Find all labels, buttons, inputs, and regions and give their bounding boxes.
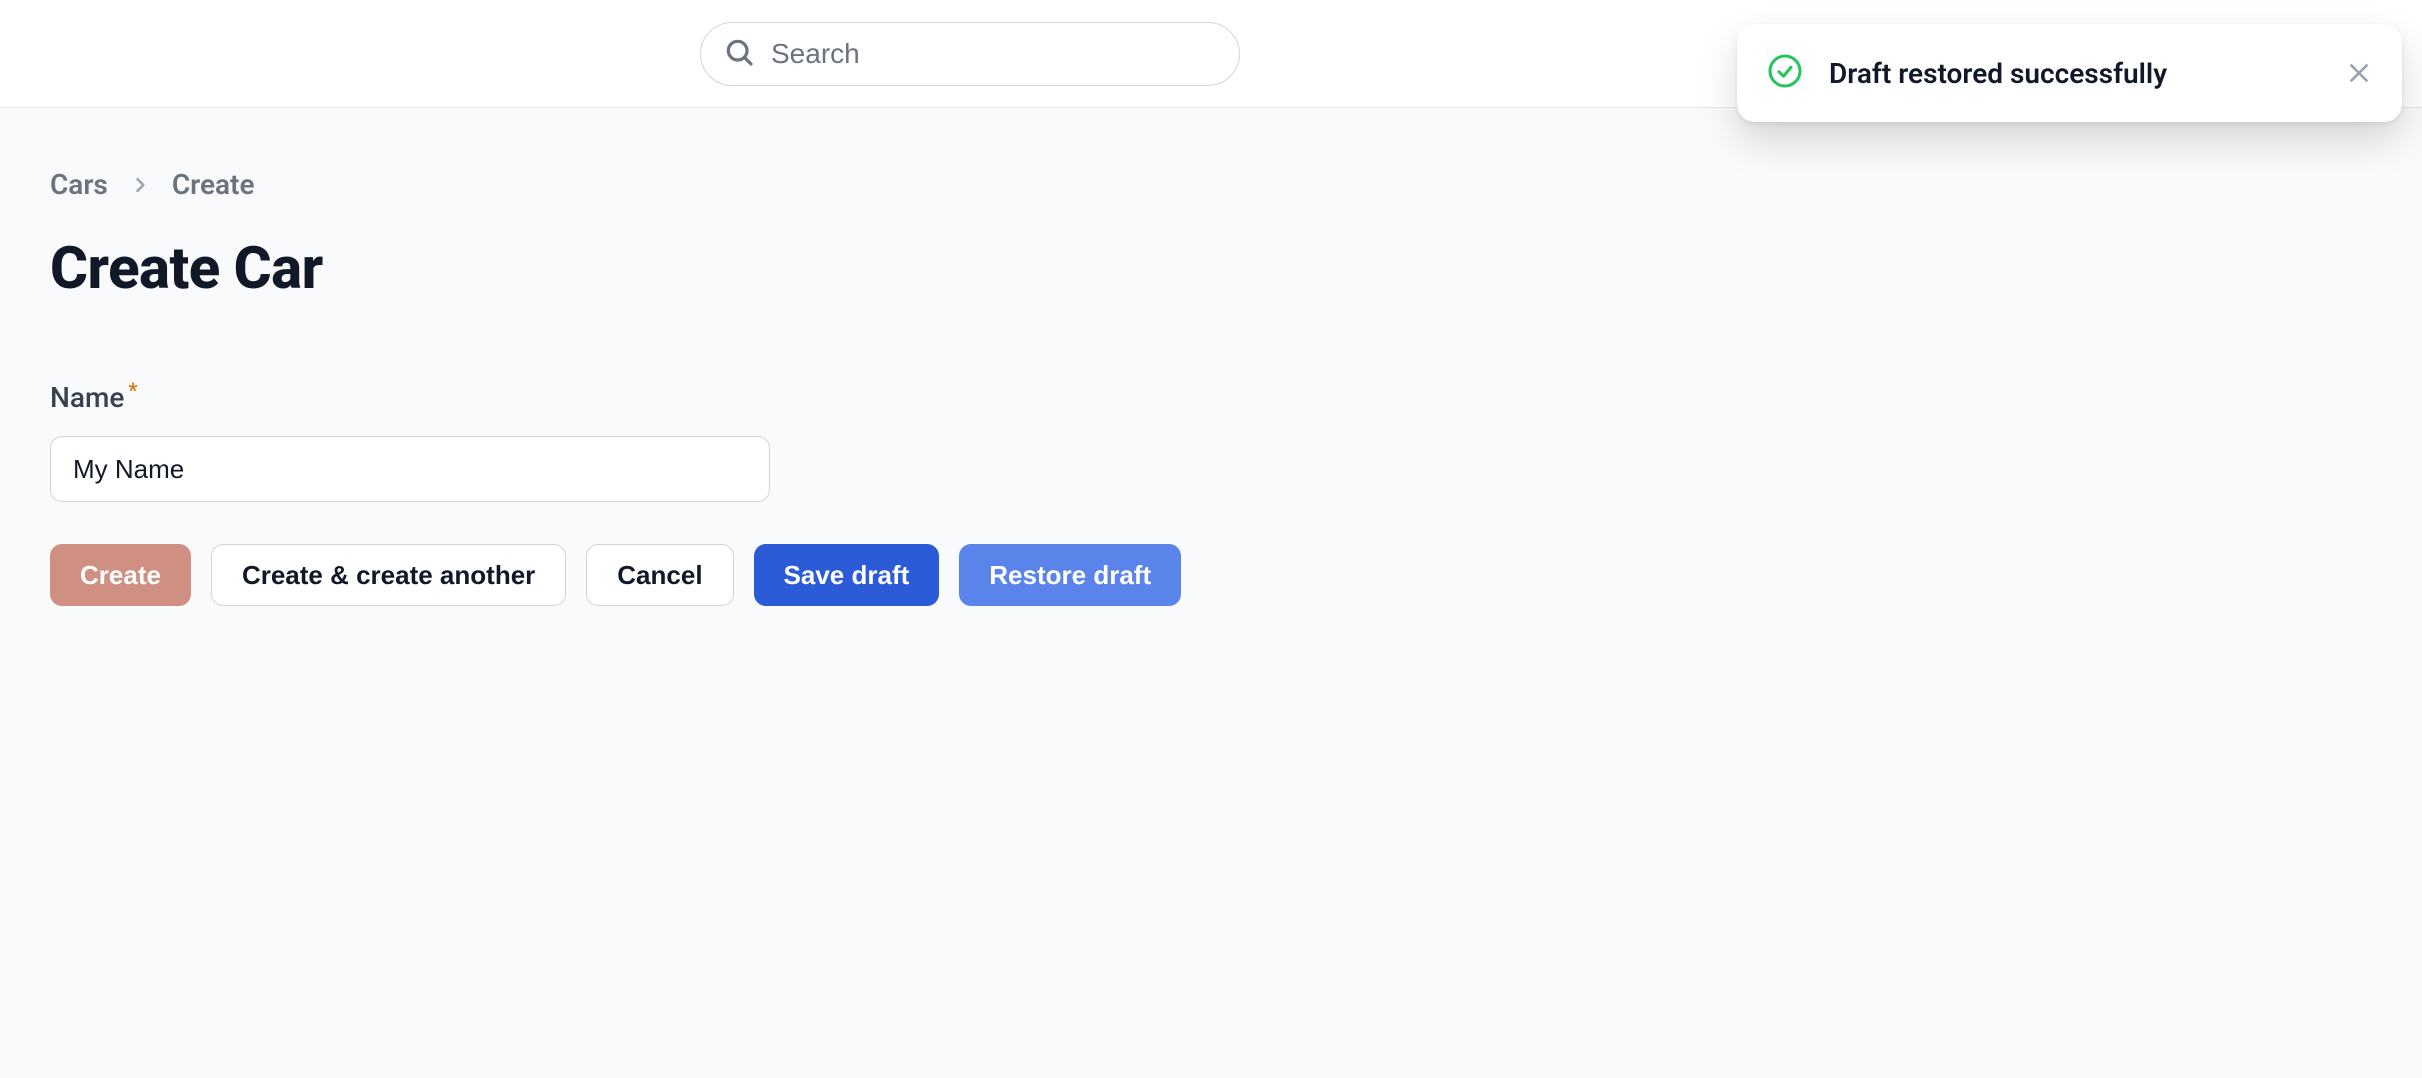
success-check-icon [1767, 53, 1803, 93]
toast-message: Draft restored successfully [1829, 57, 2346, 90]
search-input[interactable] [771, 38, 1239, 70]
create-and-another-button[interactable]: Create & create another [211, 544, 566, 606]
action-button-row: Create Create & create another Cancel Sa… [50, 544, 2372, 606]
breadcrumb: Cars Create [50, 168, 2372, 201]
main-content: Cars Create Create Car Name* Create Crea… [0, 108, 2422, 1078]
toast-notification: Draft restored successfully [1737, 24, 2402, 122]
toast-close-button[interactable] [2346, 60, 2372, 86]
page-title: Create Car [50, 235, 2372, 303]
cancel-button[interactable]: Cancel [586, 544, 733, 606]
required-asterisk-icon: * [128, 378, 137, 402]
search-icon [723, 36, 755, 72]
save-draft-button[interactable]: Save draft [754, 544, 940, 606]
restore-draft-button[interactable]: Restore draft [959, 544, 1181, 606]
chevron-right-icon [130, 175, 150, 195]
name-input[interactable] [50, 436, 770, 502]
breadcrumb-item-cars[interactable]: Cars [50, 168, 108, 201]
name-label-text: Name [50, 381, 124, 414]
breadcrumb-item-create[interactable]: Create [172, 168, 255, 201]
name-label: Name* [50, 381, 133, 414]
field-name: Name* [50, 381, 2372, 502]
search-field[interactable] [700, 22, 1240, 86]
create-button[interactable]: Create [50, 544, 191, 606]
